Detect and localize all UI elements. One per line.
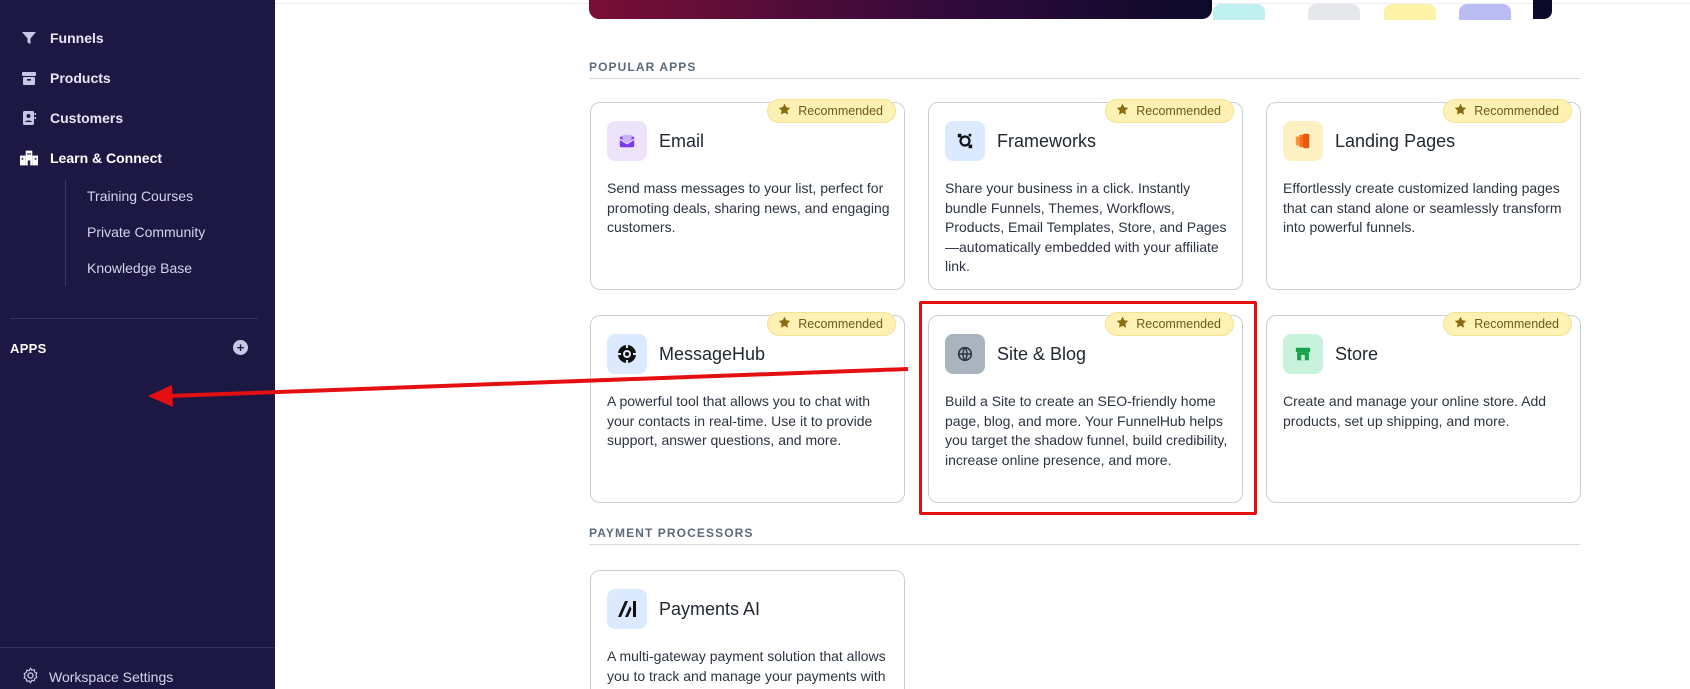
- annotation-arrow: [148, 367, 909, 407]
- page: Funnels Products Customers Learn & Conne…: [0, 0, 1690, 689]
